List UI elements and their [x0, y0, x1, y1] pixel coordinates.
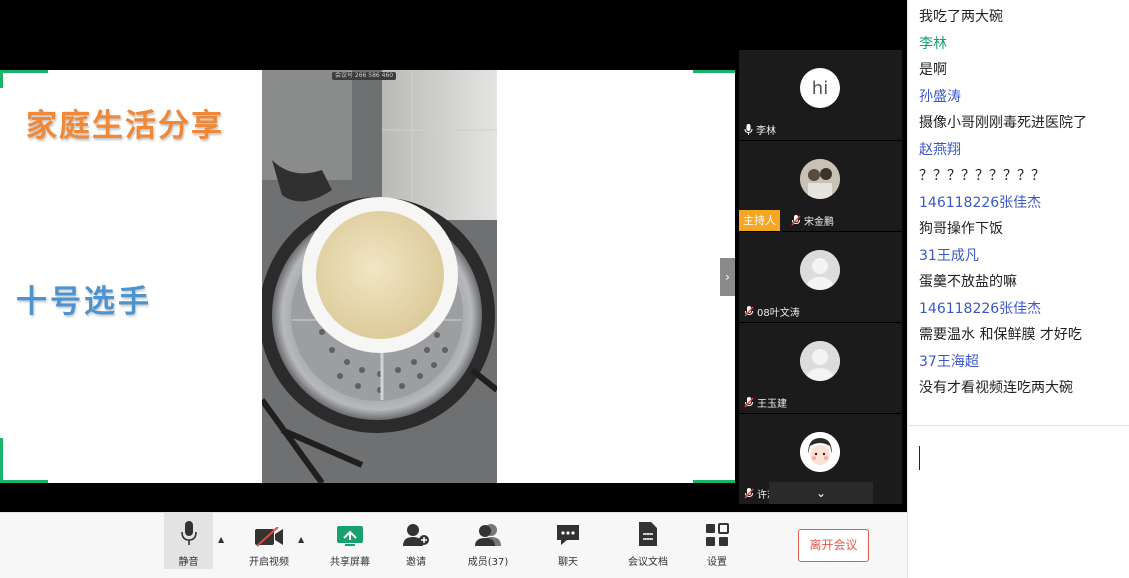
- invite-label: 邀请: [406, 557, 426, 568]
- chat-sender: 146118226张佳杰: [919, 300, 1042, 317]
- microphone-muted-icon: [744, 306, 754, 317]
- chat-panel: 我吃了两大碗 李林是啊孙盛涛摄像小哥刚刚毒死进医院了 赵燕翔 ？？？？？？？？？ 146…: [907, 0, 1129, 578]
- invite-button[interactable]: 邀请: [386, 513, 446, 573]
- chat-input[interactable]: [919, 446, 920, 470]
- avatar: [800, 159, 840, 199]
- mute-button[interactable]: 静音: [164, 513, 213, 569]
- chat-button[interactable]: 聊天: [538, 513, 598, 573]
- participant-tile[interactable]: 许志远 ⌄: [739, 414, 902, 504]
- chat-sender: 146118226张佳杰: [919, 194, 1042, 211]
- invite-user-icon: [403, 524, 429, 546]
- default-avatar-icon: [800, 250, 840, 290]
- chat-message: 需要温水 和保鲜膜 才好吃: [919, 327, 1082, 343]
- camera-off-icon: [255, 527, 283, 547]
- caret-up-icon[interactable]: ▲: [218, 535, 228, 545]
- chat-message: 是啊: [919, 62, 947, 78]
- share-screen-button[interactable]: 共享屏幕: [320, 513, 380, 573]
- microphone-muted-icon: [791, 215, 801, 226]
- start-video-button[interactable]: 开启视频: [239, 513, 299, 573]
- chat-message: 蛋羹不放盐的嘛: [919, 274, 1017, 290]
- mute-label: 静音: [178, 557, 199, 568]
- participant-tile[interactable]: 08叶文涛: [739, 232, 902, 322]
- slide-subtitle: 十号选手: [16, 284, 152, 320]
- cartoon-avatar-icon: [800, 432, 840, 472]
- chat-sender: 37王海超: [919, 353, 979, 370]
- chat-message: 狗哥操作下饭: [919, 221, 1003, 237]
- steamer-video-frame: [262, 70, 497, 483]
- corner-mark: [0, 438, 3, 483]
- share-screen-icon: [337, 526, 363, 546]
- collapse-panel-button[interactable]: ›: [720, 258, 735, 296]
- chat-sender: 李林: [919, 35, 947, 52]
- shared-video: [262, 70, 497, 483]
- members-label: 成员(37): [467, 557, 509, 568]
- corner-mark: [0, 70, 48, 73]
- host-badge: 主持人: [739, 210, 780, 231]
- chevron-right-icon: ›: [725, 270, 730, 284]
- settings-button[interactable]: 设置: [687, 513, 747, 573]
- corner-mark: [0, 480, 48, 483]
- chat-sender: 31王成凡: [919, 247, 979, 264]
- photo-avatar-icon: [800, 159, 840, 199]
- settings-grid-icon: [706, 523, 729, 546]
- slide-title: 家庭生活分享: [26, 108, 224, 144]
- corner-mark: [0, 70, 3, 88]
- members-icon: [475, 524, 501, 546]
- corner-mark: [693, 480, 735, 483]
- scroll-down-button[interactable]: ⌄: [769, 482, 873, 504]
- meeting-toolbar: 静音 ▲ 开启视频 ▲ 共享屏幕 邀请 成员(37) 聊天 会议文档 设置 离开…: [0, 512, 907, 578]
- meeting-docs-label: 会议文档: [628, 557, 668, 568]
- corner-mark: [693, 70, 735, 73]
- microphone-icon: [180, 521, 197, 545]
- participant-tile[interactable]: 王玉建: [739, 323, 902, 413]
- chat-sender: 孙盛涛: [919, 88, 961, 105]
- participant-name: 08叶文涛: [757, 308, 800, 319]
- settings-label: 设置: [707, 557, 727, 568]
- chat-label: 聊天: [558, 557, 578, 568]
- video-badge: 会议号 266 586 460: [332, 72, 397, 80]
- chat-message: 没有才看视频连吃两大碗: [919, 380, 1073, 396]
- start-video-label: 开启视频: [249, 557, 289, 568]
- chevron-down-icon: ⌄: [815, 486, 827, 500]
- share-screen-label: 共享屏幕: [330, 557, 370, 568]
- caret-up-icon[interactable]: ▲: [298, 535, 308, 545]
- participant-tile[interactable]: hi 李林: [739, 50, 902, 140]
- microphone-icon: [744, 124, 753, 135]
- microphone-muted-icon: [744, 397, 754, 408]
- chat-messages: 我吃了两大碗 李林是啊孙盛涛摄像小哥刚刚毒死进医院了 赵燕翔 ？？？？？？？？？ 146…: [919, 4, 1127, 402]
- chat-message: 摄像小哥刚刚毒死进医院了: [919, 115, 1087, 131]
- participant-list: hi 李林 主持人 宋金鹏 08叶文涛 王玉建 ⌄: [739, 50, 902, 504]
- chat-message: ？？？？？？？？？: [919, 168, 1045, 184]
- avatar: hi: [800, 68, 840, 108]
- document-icon: [639, 522, 657, 546]
- chat-icon: [557, 525, 579, 545]
- participant-tile[interactable]: 主持人 宋金鹏: [739, 141, 902, 231]
- microphone-muted-icon: [744, 488, 754, 499]
- chat-divider: [908, 425, 1129, 426]
- members-button[interactable]: 成员(37): [458, 513, 518, 573]
- meeting-docs-button[interactable]: 会议文档: [618, 513, 678, 573]
- meeting-area: 家庭生活分享 十号选手 会议号 266 586 460 › hi 李林 主持人 …: [0, 0, 907, 512]
- chat-sender: 赵燕翔: [919, 141, 961, 158]
- participant-name: 李林: [756, 126, 776, 137]
- leave-meeting-button[interactable]: 离开会议: [798, 529, 869, 562]
- participant-name: 王玉建: [757, 399, 787, 410]
- participant-name: 宋金鹏: [804, 217, 834, 228]
- default-avatar-icon: [800, 341, 840, 381]
- chat-message: 我吃了两大碗: [919, 9, 1003, 25]
